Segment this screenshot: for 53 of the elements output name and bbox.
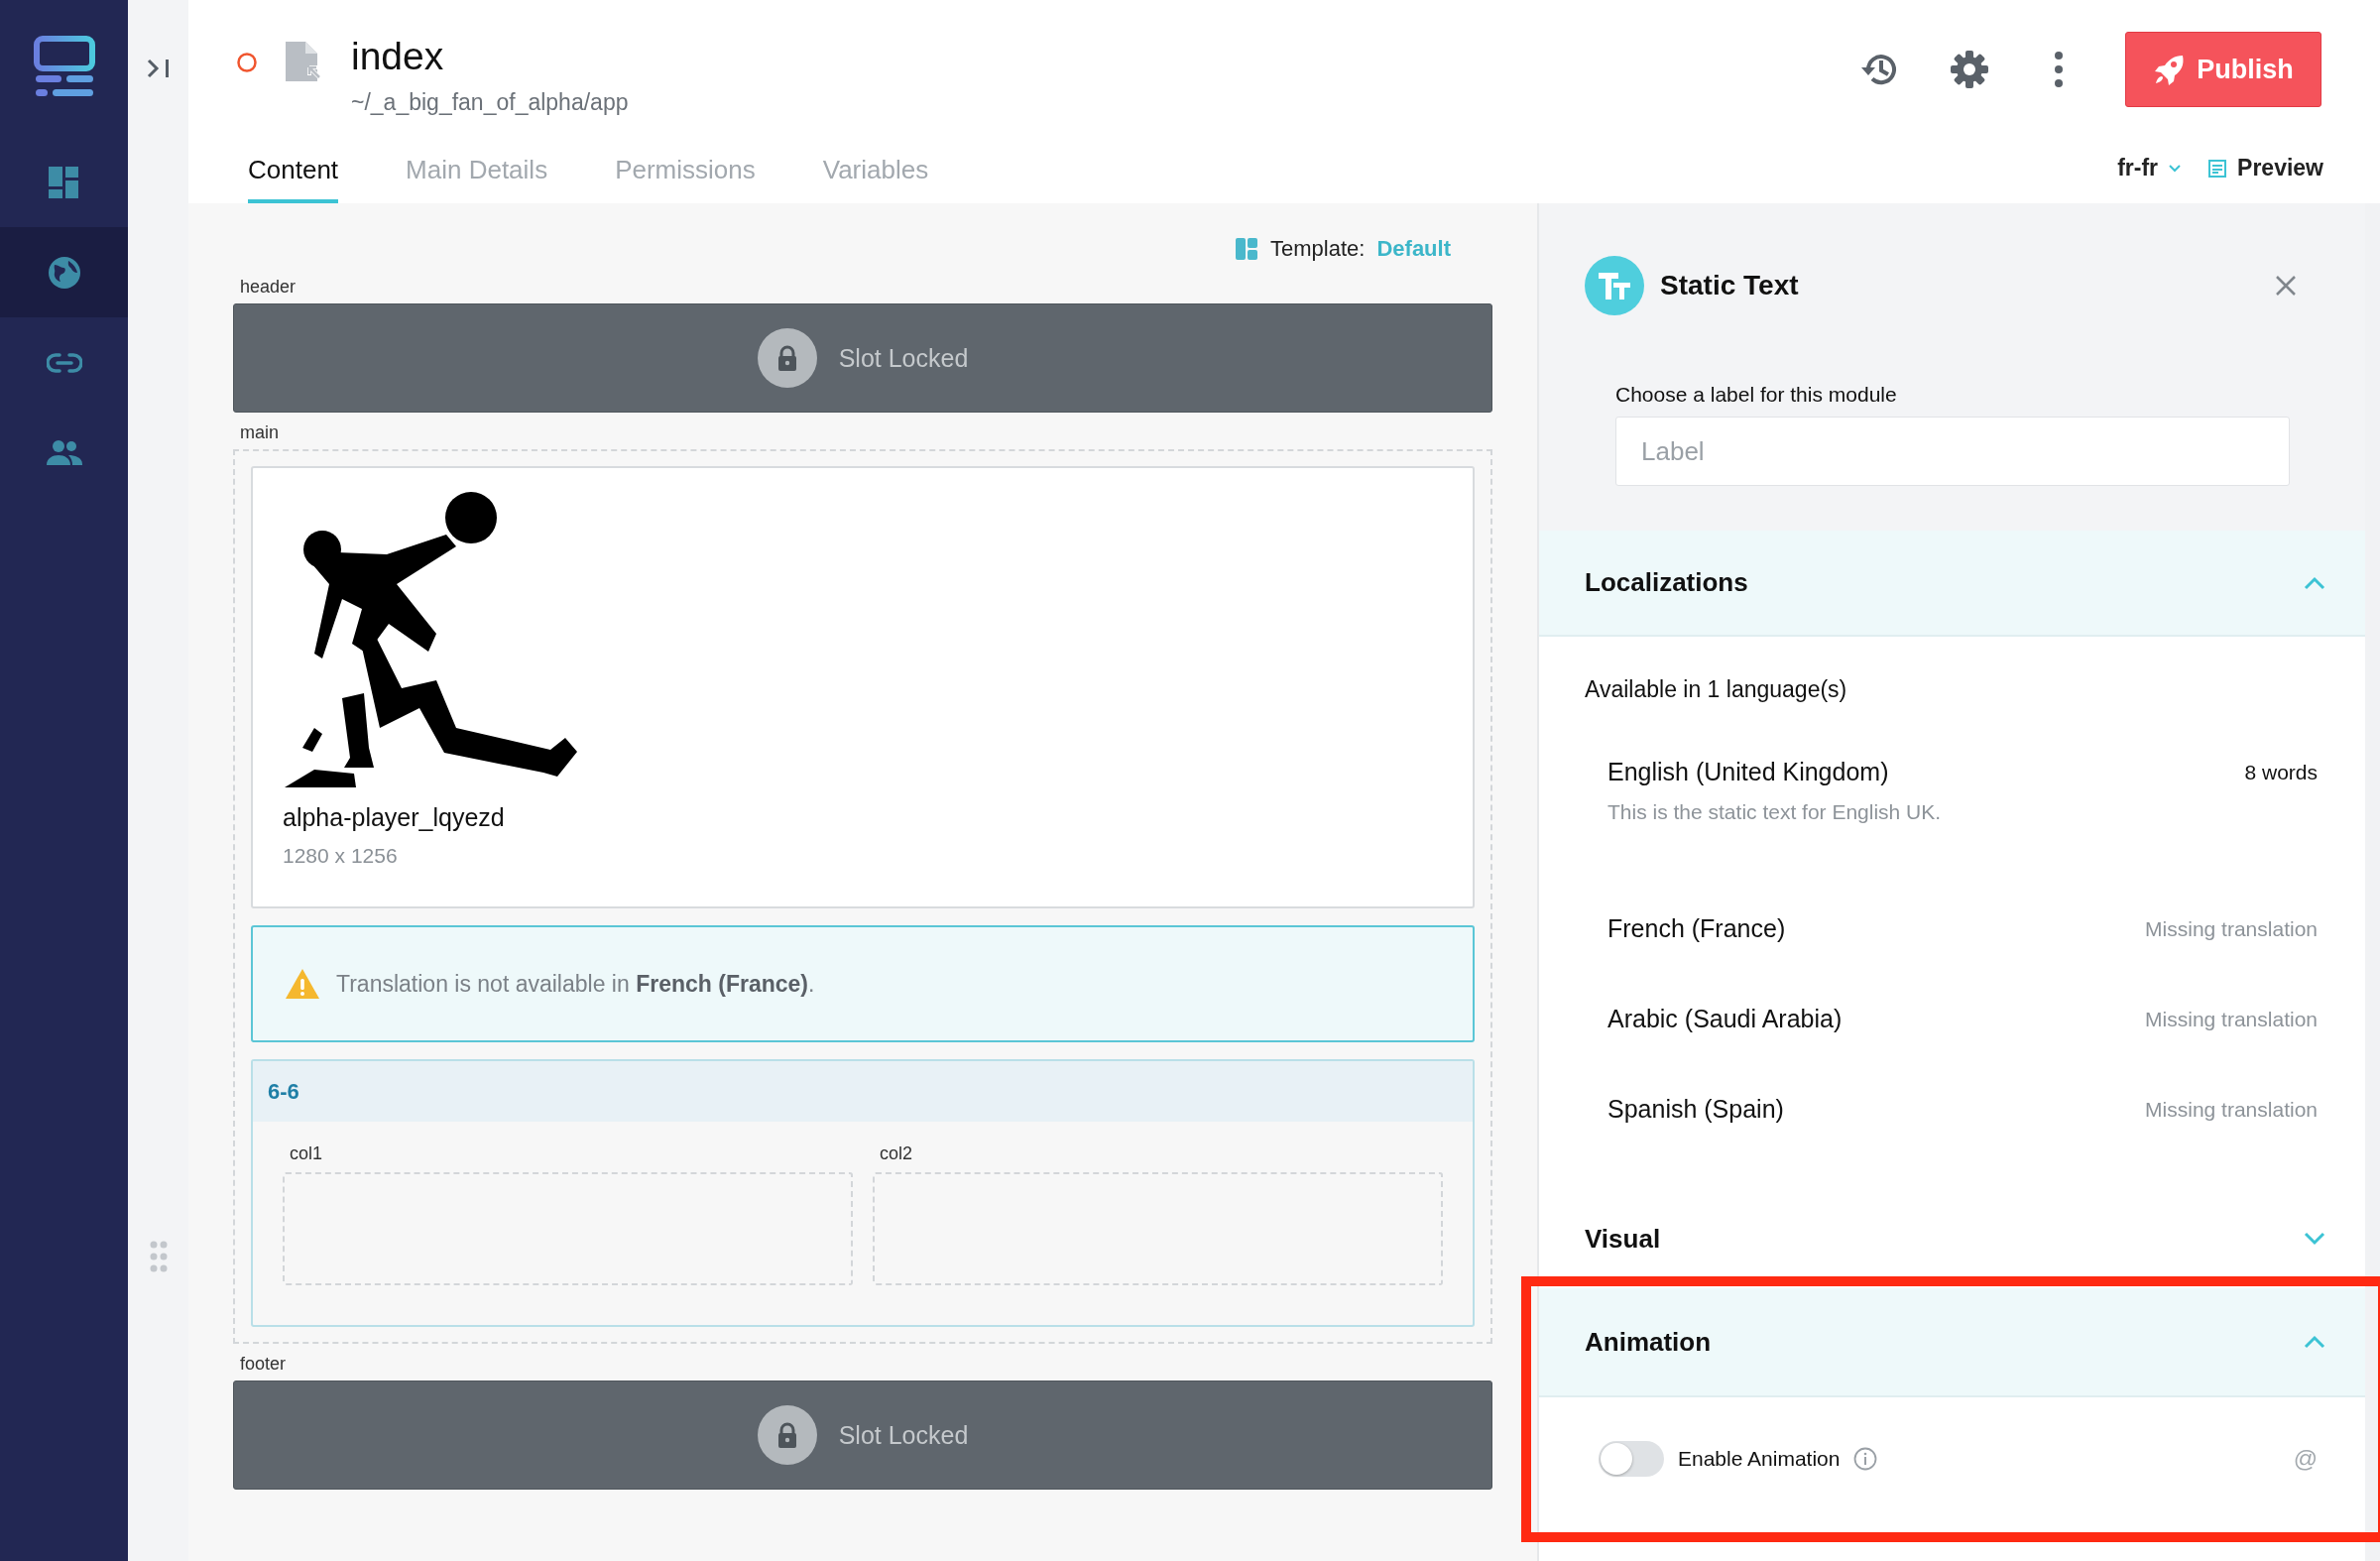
template-label: Template: <box>1270 236 1366 262</box>
at-sign: @ <box>2293 1445 2318 1473</box>
section-header[interactable]: Animation <box>1539 1288 2365 1397</box>
language-summary: Available in 1 language(s) <box>1584 675 1848 702</box>
text-type-icon <box>1585 256 1644 315</box>
more-icon <box>2054 51 2064 88</box>
locale-dropdown[interactable]: fr-fr <box>2117 155 2183 181</box>
status-dot-icon <box>236 52 258 73</box>
close-button[interactable] <box>2274 274 2298 298</box>
nav-item[interactable] <box>0 227 128 317</box>
globe-icon <box>46 254 82 291</box>
language-row[interactable]: English (United Kingdom) 8 words This is the static text for English UK. <box>1539 702 2365 884</box>
page-path: ~/_a_big_fan_of_alpha/app <box>351 89 629 116</box>
document-icon <box>2207 158 2228 179</box>
settings-icon <box>1949 49 1990 90</box>
column-label: col1 <box>290 1143 324 1164</box>
more-button[interactable] <box>2054 51 2064 88</box>
chevron-down-icon <box>2168 163 2183 174</box>
section-header[interactable]: Localizations <box>1539 531 2365 637</box>
toggle-switch[interactable] <box>1599 1441 1664 1477</box>
image-name: alpha-player_lqyezd <box>283 803 506 832</box>
image-card[interactable]: alpha-player_lqyezd 1280 x 1256 <box>251 466 1475 908</box>
slot-label: header <box>239 276 298 299</box>
chevron-up-icon <box>2304 575 2325 590</box>
warning-icon <box>285 968 320 1000</box>
lock-icon <box>757 328 817 388</box>
rocket-icon <box>2153 54 2186 85</box>
chevron-up-icon <box>2304 1335 2325 1349</box>
settings-button[interactable] <box>1949 49 1990 90</box>
slot-label: footer <box>239 1353 288 1376</box>
panel-title: Static Text <box>1660 270 1799 301</box>
preview-button[interactable]: Preview <box>2207 155 2323 181</box>
layout-title: 6-6 <box>253 1061 1473 1122</box>
section-header[interactable]: Visual <box>1539 1199 2365 1278</box>
image-size: 1280 x 1256 <box>283 844 399 868</box>
toggle-label: Enable Animation <box>1678 1447 1841 1471</box>
page-title: index <box>351 34 445 79</box>
language-row[interactable]: Arabic (Saudi Arabia) Missing translation <box>1539 974 2365 1064</box>
language-row[interactable]: Spanish (Spain) Missing translation <box>1539 1064 2365 1154</box>
layout-icon <box>1235 237 1259 261</box>
field-label: Choose a label for this module <box>1615 383 1898 407</box>
file-icon <box>284 40 321 83</box>
info-icon <box>1853 1447 1878 1471</box>
label-field[interactable]: Label <box>1615 417 2290 486</box>
slot-status: Slot Locked <box>838 1420 969 1450</box>
language-row[interactable]: French (France) Missing translation <box>1539 884 2365 974</box>
lock-icon <box>757 1405 817 1465</box>
warning-text: Translation is not available in French (France). <box>336 970 815 998</box>
slot-status: Slot Locked <box>838 343 969 373</box>
chevron-down-icon <box>2304 1232 2325 1246</box>
slot-label: main <box>239 421 280 444</box>
column-label: col2 <box>880 1143 914 1164</box>
drag-handle-icon[interactable] <box>148 1240 169 1273</box>
